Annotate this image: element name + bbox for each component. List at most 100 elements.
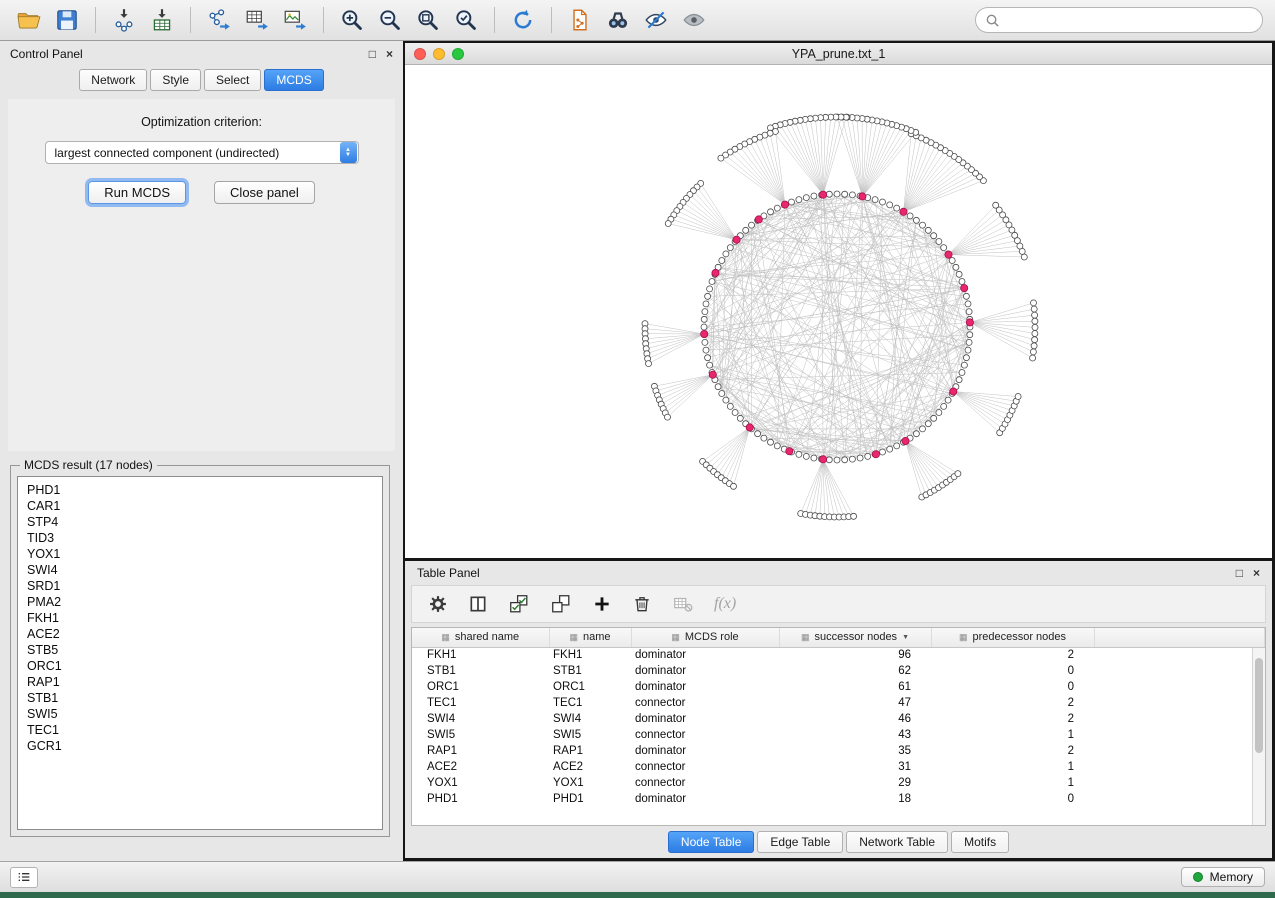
- table-cell[interactable]: PHD1: [412, 791, 549, 807]
- table-cell[interactable]: FKH1: [412, 647, 549, 663]
- column-header-successor-nodes[interactable]: ▦successor nodes▼: [779, 628, 931, 647]
- table-cell[interactable]: 29: [779, 775, 931, 791]
- table-cell[interactable]: 96: [779, 647, 931, 663]
- column-header-name[interactable]: ▦name: [549, 628, 631, 647]
- delete-column-button[interactable]: [632, 594, 652, 614]
- table-cell[interactable]: 47: [779, 695, 931, 711]
- result-node[interactable]: TEC1: [27, 722, 373, 738]
- maximize-window-icon[interactable]: [452, 48, 464, 60]
- table-cell[interactable]: 0: [931, 791, 1094, 807]
- column-header-predecessor-nodes[interactable]: ▦predecessor nodes: [931, 628, 1094, 647]
- result-node[interactable]: GCR1: [27, 738, 373, 754]
- select-all-button[interactable]: [508, 593, 530, 615]
- table-cell[interactable]: dominator: [631, 743, 779, 759]
- table-cell[interactable]: 1: [931, 727, 1094, 743]
- table-cell[interactable]: ORC1: [549, 679, 631, 695]
- table-cell[interactable]: 2: [931, 711, 1094, 727]
- result-node[interactable]: CAR1: [27, 498, 373, 514]
- table-cell[interactable]: STB1: [549, 663, 631, 679]
- table-row[interactable]: FKH1FKH1dominator962: [412, 647, 1265, 663]
- table-cell[interactable]: dominator: [631, 711, 779, 727]
- float-panel-icon[interactable]: □: [369, 48, 376, 60]
- column-header-mcds-role[interactable]: ▦MCDS role: [631, 628, 779, 647]
- result-node[interactable]: YOX1: [27, 546, 373, 562]
- export-table-button[interactable]: [240, 4, 274, 36]
- find-button[interactable]: [601, 4, 635, 36]
- table-settings-button[interactable]: [428, 594, 448, 614]
- table-cell[interactable]: SWI5: [412, 727, 549, 743]
- table-cell[interactable]: [1094, 679, 1265, 695]
- tab-motifs[interactable]: Motifs: [951, 831, 1009, 853]
- deselect-all-button[interactable]: [550, 593, 572, 615]
- table-cell[interactable]: [1094, 695, 1265, 711]
- tab-node-table[interactable]: Node Table: [668, 831, 755, 853]
- tab-select[interactable]: Select: [204, 69, 261, 91]
- tab-network[interactable]: Network: [79, 69, 147, 91]
- float-table-panel-icon[interactable]: □: [1236, 566, 1243, 580]
- result-node[interactable]: PMA2: [27, 594, 373, 610]
- table-cell[interactable]: [1094, 759, 1265, 775]
- table-row[interactable]: SWI5SWI5connector431: [412, 727, 1265, 743]
- network-canvas[interactable]: [405, 65, 1272, 558]
- table-cell[interactable]: FKH1: [549, 647, 631, 663]
- import-network-button[interactable]: [107, 4, 141, 36]
- table-cell[interactable]: dominator: [631, 647, 779, 663]
- share-document-button[interactable]: [563, 4, 597, 36]
- mcds-result-list[interactable]: PHD1CAR1STP4TID3YOX1SWI4SRD1PMA2FKH1ACE2…: [17, 476, 383, 830]
- table-cell[interactable]: SWI4: [549, 711, 631, 727]
- table-row[interactable]: RAP1RAP1dominator352: [412, 743, 1265, 759]
- table-cell[interactable]: SWI5: [549, 727, 631, 743]
- toggle-visibility-button[interactable]: [639, 4, 673, 36]
- table-cell[interactable]: [1094, 647, 1265, 663]
- result-node[interactable]: RAP1: [27, 674, 373, 690]
- result-node[interactable]: ORC1: [27, 658, 373, 674]
- table-cell[interactable]: 43: [779, 727, 931, 743]
- result-node[interactable]: STP4: [27, 514, 373, 530]
- table-row[interactable]: ORC1ORC1dominator610: [412, 679, 1265, 695]
- close-panel-button[interactable]: Close panel: [214, 181, 315, 204]
- table-cell[interactable]: [1094, 791, 1265, 807]
- table-row[interactable]: STB1STB1dominator620: [412, 663, 1265, 679]
- close-panel-icon[interactable]: ×: [386, 48, 393, 60]
- table-cell[interactable]: 35: [779, 743, 931, 759]
- table-cell[interactable]: 46: [779, 711, 931, 727]
- table-cell[interactable]: YOX1: [412, 775, 549, 791]
- table-cell[interactable]: SWI4: [412, 711, 549, 727]
- table-row[interactable]: PHD1PHD1dominator180: [412, 791, 1265, 807]
- column-header-shared-name[interactable]: ▦shared name: [412, 628, 549, 647]
- table-row[interactable]: ACE2ACE2connector311: [412, 759, 1265, 775]
- zoom-out-button[interactable]: [373, 4, 407, 36]
- close-table-panel-icon[interactable]: ×: [1253, 566, 1260, 580]
- table-cell[interactable]: YOX1: [549, 775, 631, 791]
- export-network-button[interactable]: [202, 4, 236, 36]
- add-column-button[interactable]: [592, 594, 612, 614]
- show-hidden-button[interactable]: [677, 4, 711, 36]
- table-cell[interactable]: [1094, 727, 1265, 743]
- network-nodes[interactable]: [642, 114, 1038, 520]
- table-row[interactable]: SWI4SWI4dominator462: [412, 711, 1265, 727]
- scrollbar-thumb[interactable]: [1255, 658, 1263, 753]
- apply-layout-button[interactable]: [506, 4, 540, 36]
- result-node[interactable]: SRD1: [27, 578, 373, 594]
- table-cell[interactable]: RAP1: [412, 743, 549, 759]
- memory-button[interactable]: Memory: [1181, 867, 1265, 887]
- save-session-button[interactable]: [50, 4, 84, 36]
- table-cell[interactable]: PHD1: [549, 791, 631, 807]
- delete-table-button[interactable]: [672, 593, 694, 615]
- show-columns-button[interactable]: [468, 594, 488, 614]
- minimize-window-icon[interactable]: [433, 48, 445, 60]
- table-cell[interactable]: STB1: [412, 663, 549, 679]
- table-scrollbar[interactable]: [1252, 648, 1265, 825]
- zoom-in-button[interactable]: [335, 4, 369, 36]
- table-cell[interactable]: 2: [931, 743, 1094, 759]
- search-input[interactable]: [1006, 12, 1253, 28]
- table-cell[interactable]: connector: [631, 775, 779, 791]
- function-builder-button[interactable]: f(x): [714, 595, 736, 613]
- result-node[interactable]: STB1: [27, 690, 373, 706]
- table-cell[interactable]: 61: [779, 679, 931, 695]
- run-mcds-button[interactable]: Run MCDS: [88, 181, 186, 204]
- zoom-fit-button[interactable]: [411, 4, 445, 36]
- table-cell[interactable]: 1: [931, 775, 1094, 791]
- table-cell[interactable]: 2: [931, 695, 1094, 711]
- network-graph[interactable]: [405, 65, 1272, 558]
